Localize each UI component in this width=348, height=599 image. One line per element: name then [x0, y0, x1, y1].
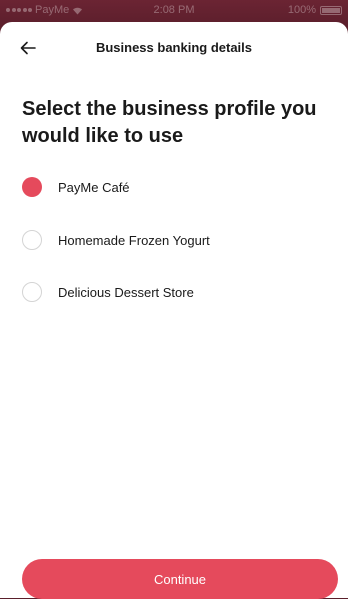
- option-delicious-dessert-store[interactable]: Delicious Dessert Store: [22, 278, 322, 306]
- option-label: PayMe Café: [58, 179, 130, 195]
- battery-level: [322, 7, 340, 13]
- radio-button[interactable]: [22, 177, 42, 197]
- page-title: Select the business profile you would li…: [22, 98, 317, 147]
- battery-icon: [320, 5, 342, 15]
- continue-button[interactable]: Continue: [22, 559, 338, 599]
- status-right: 100%: [288, 4, 342, 16]
- radio-button[interactable]: [22, 282, 42, 302]
- battery-percent: 100%: [287, 4, 316, 16]
- header: Business banking details: [0, 22, 348, 74]
- header-title: Business banking details: [95, 40, 253, 55]
- radio-button[interactable]: [22, 230, 42, 250]
- option-label: Delicious Dessert Store: [58, 284, 194, 300]
- option-payme-cafe[interactable]: PayMe Café: [22, 173, 322, 201]
- option-label: Homemade Frozen Yogurt: [58, 232, 210, 248]
- sheet: Business banking details Select the busi…: [0, 22, 348, 599]
- option-homemade-frozen-yogurt[interactable]: Homemade Frozen Yogurt: [22, 226, 322, 254]
